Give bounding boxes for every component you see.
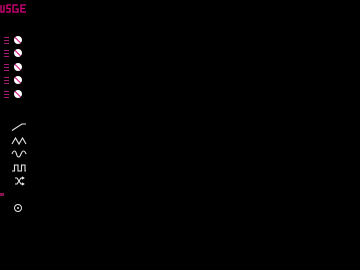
sawtooth-wave-icon[interactable] bbox=[11, 122, 27, 132]
square-wave-icon[interactable] bbox=[11, 163, 27, 173]
channel-row-5[interactable] bbox=[0, 90, 40, 100]
channel-row-3[interactable] bbox=[0, 63, 40, 73]
mute-toggle-icon[interactable] bbox=[14, 90, 22, 98]
sine-wave-icon[interactable] bbox=[11, 149, 27, 159]
mute-toggle-icon[interactable] bbox=[14, 36, 22, 44]
target-icon[interactable] bbox=[14, 204, 22, 212]
mute-toggle-icon[interactable] bbox=[14, 49, 22, 57]
channel-row-2[interactable] bbox=[0, 49, 40, 59]
mute-toggle-icon[interactable] bbox=[14, 63, 22, 71]
drag-handle-icon[interactable] bbox=[4, 77, 9, 84]
drag-handle-icon[interactable] bbox=[4, 64, 9, 71]
drag-handle-icon[interactable] bbox=[4, 50, 9, 57]
triangle-wave-icon[interactable] bbox=[11, 136, 27, 146]
drag-handle-icon[interactable] bbox=[4, 37, 9, 44]
random-shuffle-icon[interactable] bbox=[11, 176, 27, 186]
brand-logo bbox=[0, 4, 26, 13]
drag-handle-icon[interactable] bbox=[4, 91, 9, 98]
channel-row-1[interactable] bbox=[0, 36, 40, 46]
channel-row-4[interactable] bbox=[0, 76, 40, 86]
mute-toggle-icon[interactable] bbox=[14, 76, 22, 84]
side-indicator bbox=[0, 193, 4, 196]
